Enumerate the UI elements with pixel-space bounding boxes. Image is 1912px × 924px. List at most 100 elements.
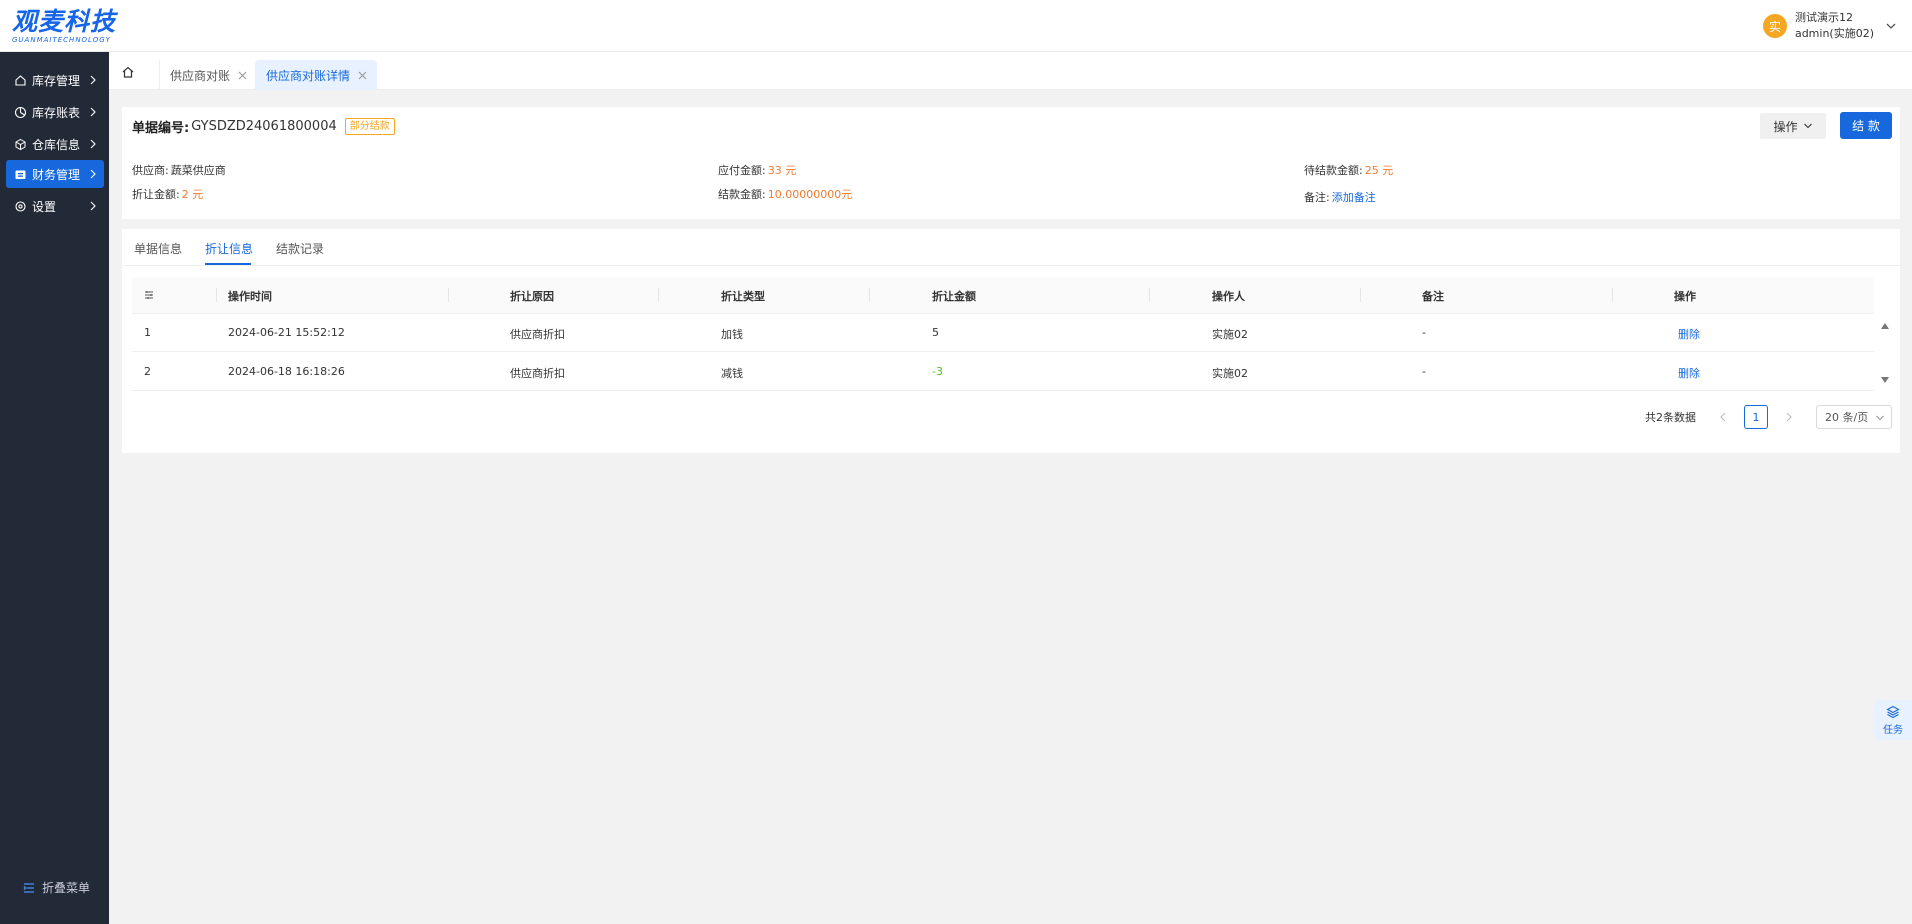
pending-amount-field: 待结款金额: 25 元 [1304,162,1393,178]
tab-label: 供应商对账 [170,68,231,83]
column-separator [1612,288,1613,302]
subtab-document-info[interactable]: 单据信息 [134,240,182,257]
payable-amount-value: 33 元 [767,164,797,177]
sidebar-item-inventory-ledger[interactable]: 库存账表 [6,98,104,126]
close-icon[interactable] [238,71,247,80]
document-number-label: 单据编号: [132,121,190,136]
sidebar-item-label: 财务管理 [32,167,81,182]
supplier-value: 蔬菜供应商 [170,164,226,177]
remark-label: 备注: [1304,191,1330,204]
close-icon[interactable] [358,71,367,80]
discount-info-card: 单据信息 折让信息 结款记录 操作时间 折让原因 折让类型 折让金额 操作人 备… [122,229,1900,453]
page-size-select[interactable]: 20 条/页 [1816,405,1892,429]
row-index: 2 [144,365,151,378]
status-badge: 部分结款 [344,118,395,135]
column-separator [1149,288,1150,302]
table-header: 操作时间 折让原因 折让类型 折让金额 操作人 备注 操作 [132,277,1874,314]
user-account: admin(实施02) [1794,27,1874,40]
chevron-down-icon[interactable] [1884,19,1898,33]
remark-field: 备注: 添加备注 [1304,189,1376,205]
column-separator [658,288,659,302]
sidebar-item-label: 仓库信息 [32,137,81,152]
user-company: 测试演示12 [1794,11,1853,24]
scroll-up-arrow-icon[interactable] [1880,321,1890,331]
row-operator: 实施02 [1212,328,1248,341]
chevron-right-icon [90,75,96,85]
sidebar-item-finance[interactable]: 财务管理 [6,160,104,188]
row-type: 减钱 [721,367,743,380]
sidebar: 库存管理 库存账表 仓库信息 财务管理 设置 折叠菜单 [0,52,109,924]
row-time: 2024-06-21 15:52:12 [228,326,345,339]
column-header: 操作 [1674,290,1696,303]
chevron-right-icon [90,169,96,179]
pagination: 共2条数据 1 20 条/页 [1645,405,1892,429]
row-amount: -3 [932,365,943,378]
row-operator: 实施02 [1212,367,1248,380]
settled-amount-field: 结款金额: 10.00000000元 [718,186,852,202]
wallet-icon [13,167,27,181]
operation-dropdown-button[interactable]: 操作 [1760,113,1826,139]
payable-amount-field: 应付金额: 33 元 [718,162,796,178]
column-header: 折让原因 [510,290,554,303]
gear-icon [13,199,27,213]
document-number: 单据编号: GYSDZD24061800004 部分结款 [132,117,395,136]
user-menu[interactable]: 实 测试演示12 admin(实施02) [1762,10,1898,42]
collapse-menu-button[interactable]: 折叠菜单 [22,879,90,896]
layers-icon [1886,705,1900,718]
subtab-active-indicator [205,263,251,265]
row-index: 1 [144,326,151,339]
chevron-left-icon[interactable] [1716,410,1730,424]
sidebar-item-warehouse[interactable]: 仓库信息 [6,130,104,158]
box-icon [13,137,27,151]
home-icon[interactable] [121,65,135,79]
tab-supplier-reconciliation[interactable]: 供应商对账 [159,60,257,90]
settled-amount-label: 结款金额: [718,188,766,201]
row-reason: 供应商折扣 [510,328,565,341]
row-remark: - [1422,365,1426,378]
row-amount: 5 [932,326,939,339]
logo-sub-text: GUANMAITECHNOLOGY [12,36,111,44]
scroll-down-arrow-icon[interactable] [1880,375,1890,385]
sidebar-item-label: 设置 [32,199,57,214]
task-float-button[interactable]: 任务 [1874,700,1912,740]
column-separator [869,288,870,302]
add-remark-link[interactable]: 添加备注 [1332,191,1376,204]
pagination-total: 共2条数据 [1645,411,1696,424]
logo[interactable]: 观麦科技 GUANMAITECHNOLOGY [12,8,116,45]
pending-amount-value: 25 元 [1364,164,1394,177]
detail-subtabs: 单据信息 折让信息 结款记录 [122,229,1900,266]
tab-label: 供应商对账详情 [266,68,351,83]
page-size-value: 20 条/页 [1825,411,1869,424]
chevron-right-icon[interactable] [1782,410,1796,424]
page-number-button[interactable]: 1 [1744,405,1768,429]
avatar: 实 [1762,14,1787,38]
column-header: 操作时间 [228,290,272,303]
subtab-discount-info[interactable]: 折让信息 [205,240,253,257]
operation-button-label: 操作 [1773,119,1798,134]
supplier-label: 供应商: [132,164,169,177]
collapse-menu-label: 折叠菜单 [42,881,91,895]
tab-supplier-reconciliation-detail[interactable]: 供应商对账详情 [255,60,378,90]
pending-amount-label: 待结款金额: [1304,164,1363,177]
sidebar-item-inventory[interactable]: 库存管理 [6,66,104,94]
chevron-right-icon [90,201,96,211]
settle-button[interactable]: 结 款 [1840,112,1892,139]
column-settings-icon[interactable] [144,290,154,300]
sidebar-item-settings[interactable]: 设置 [6,192,104,220]
sidebar-item-label: 库存管理 [32,73,81,88]
row-remark: - [1422,326,1426,339]
delete-link[interactable]: 删除 [1678,365,1700,381]
settled-amount-value: 10.00000000元 [767,188,853,201]
delete-link[interactable]: 删除 [1678,326,1700,342]
row-reason: 供应商折扣 [510,367,565,380]
discount-amount-label: 折让金额: [132,188,180,201]
subtab-settlement-records[interactable]: 结款记录 [276,240,324,257]
page-tabs-bar: 供应商对账 供应商对账详情 [109,52,1912,90]
menu-fold-icon [23,882,34,893]
top-header: 观麦科技 GUANMAITECHNOLOGY 实 测试演示12 admin(实施… [0,0,1912,52]
home-icon [13,73,27,87]
row-type: 加钱 [721,328,743,341]
chevron-right-icon [90,139,96,149]
document-number-value: GYSDZD24061800004 [191,119,337,134]
column-separator [216,288,217,302]
